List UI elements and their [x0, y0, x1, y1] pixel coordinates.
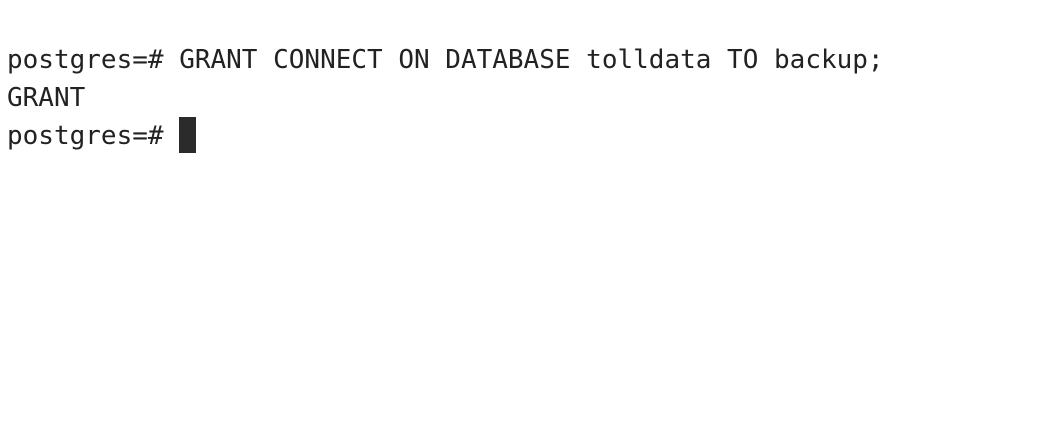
terminal-line-3[interactable]: postgres=# — [7, 117, 1037, 155]
terminal-line-1: postgres=# GRANT CONNECT ON DATABASE tol… — [7, 41, 1037, 79]
terminal-line-2: GRANT — [7, 79, 1037, 117]
terminal-prompt: postgres=# — [7, 45, 180, 75]
terminal-output: GRANT — [7, 83, 86, 113]
terminal-window[interactable]: postgres=# GRANT CONNECT ON DATABASE tol… — [0, 0, 1037, 425]
text-cursor — [179, 117, 197, 153]
terminal-command: GRANT CONNECT ON DATABASE tolldata TO ba… — [179, 45, 884, 75]
terminal-prompt: postgres=# — [7, 121, 180, 151]
